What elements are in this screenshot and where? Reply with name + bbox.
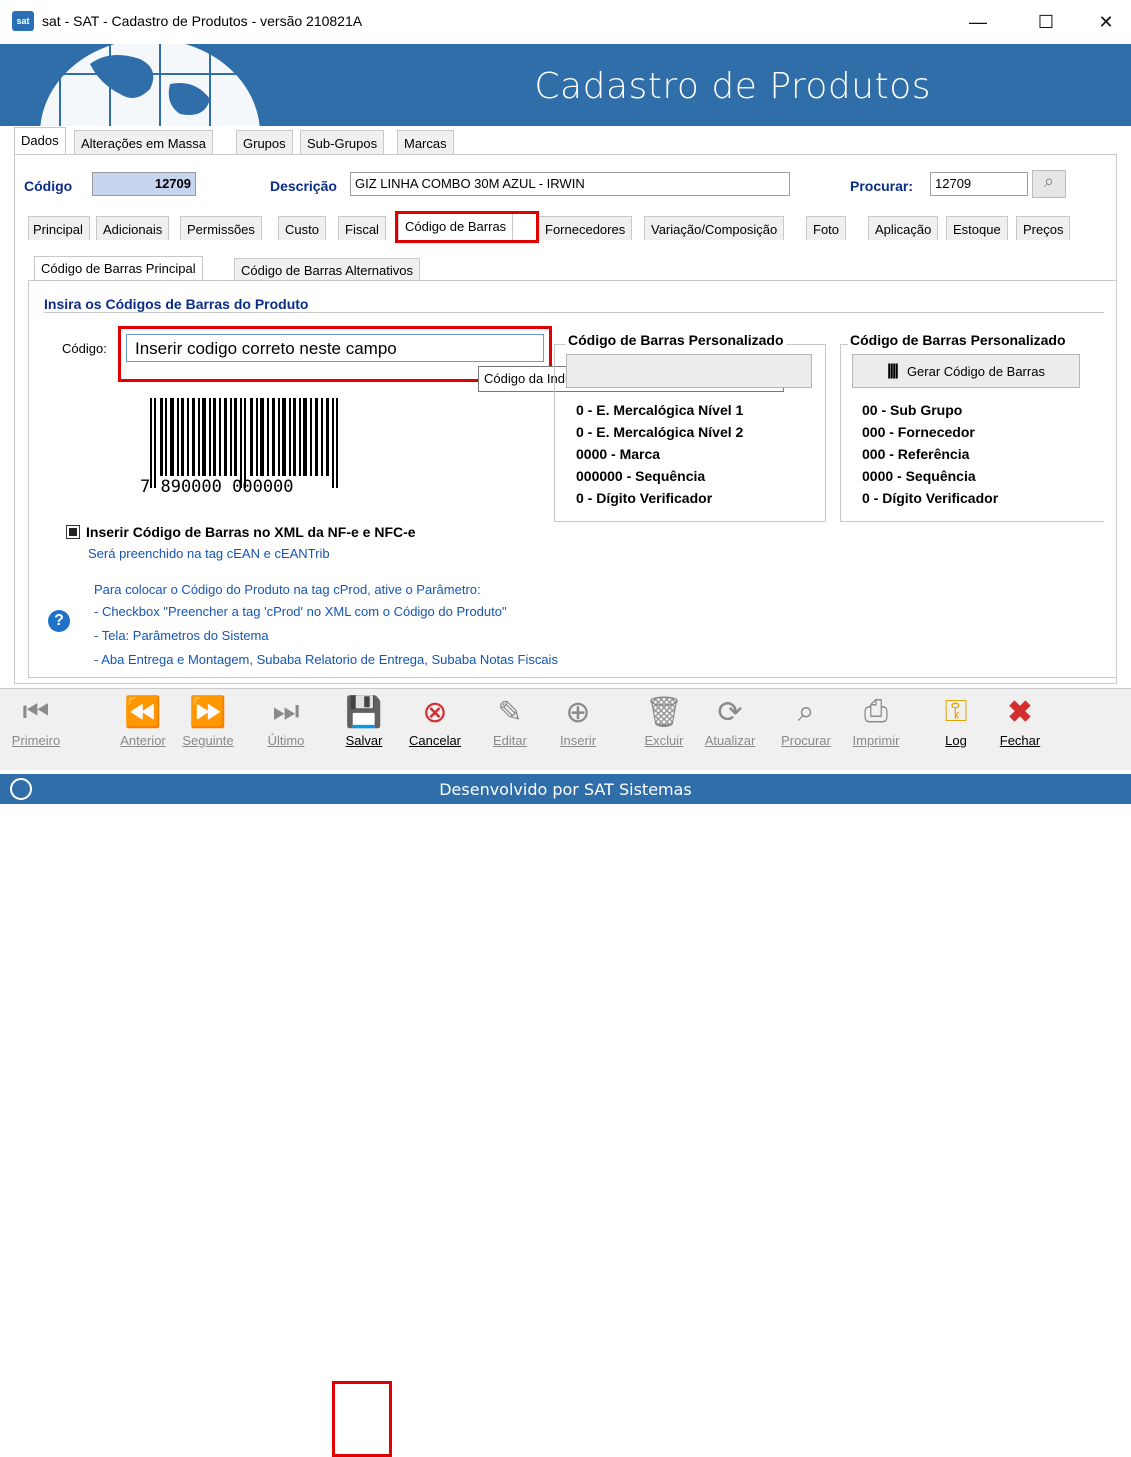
custom1-line: 0000 - Marca <box>576 446 661 462</box>
salvar-button[interactable]: 💾 Salvar <box>334 695 394 749</box>
next-icon: ⏩ <box>189 695 227 729</box>
tab-alteracoes-massa[interactable]: Alterações em Massa <box>74 130 213 154</box>
section-title: Insira os Códigos de Barras do Produto <box>44 296 309 312</box>
codigo-field[interactable]: 12709 <box>92 172 196 196</box>
barcode-codigo-label: Código: <box>62 341 107 356</box>
inserir-button[interactable]: ⊕ Inserir <box>548 695 608 749</box>
custom2-line: 000 - Referência <box>862 446 970 462</box>
previous-icon: ⏪ <box>124 695 162 729</box>
tab-marcas[interactable]: Marcas <box>397 130 454 154</box>
highlight-tab-codigo-barras <box>395 211 539 243</box>
barcode-subtabs: Código de Barras Principal Código de Bar… <box>34 256 474 280</box>
banner-title: Cadastro de Produtos <box>534 66 931 107</box>
custom1-line: 0 - E. Mercalógica Nível 1 <box>576 402 744 418</box>
globe-logo-icon <box>40 44 260 126</box>
descricao-field[interactable]: GIZ LINHA COMBO 30M AZUL - IRWIN <box>350 172 790 196</box>
excluir-button[interactable]: 🗑 Excluir <box>634 695 694 749</box>
search-icon: ⌕ <box>797 695 815 728</box>
xml-checkbox[interactable] <box>66 525 80 539</box>
custom2-line: 000 - Fornecedor <box>862 424 975 440</box>
custom1-line: 0 - Dígito Verificador <box>576 490 713 506</box>
help-line: - Checkbox "Preencher a tag 'cProd' no X… <box>94 604 507 619</box>
custom-barcode-title-1: Código de Barras Personalizado <box>566 332 786 348</box>
trash-icon: 🗑 <box>644 695 684 729</box>
xml-note: Será preenchido na tag cEAN e cEANTrib <box>88 546 330 561</box>
anterior-button[interactable]: ⏪ Anterior <box>112 695 174 749</box>
key-icon: ⚿ <box>944 695 968 728</box>
save-icon: 💾 <box>345 695 383 729</box>
tab-estoque[interactable]: Estoque <box>946 216 1008 240</box>
procurar-button[interactable]: ⌕ Procurar <box>774 695 838 748</box>
tab-precos[interactable]: Preços <box>1016 216 1071 240</box>
tab-variacao-composicao[interactable]: Variação/Composição <box>644 216 785 240</box>
refresh-icon: ⟳ <box>717 695 743 729</box>
tab-custo[interactable]: Custo <box>278 216 326 240</box>
gerar-codigo-button-1[interactable] <box>566 354 812 388</box>
status-bar: Desenvolvido por SAT Sistemas <box>0 774 1131 804</box>
tab-foto[interactable]: Foto <box>806 216 847 240</box>
procurar-field[interactable]: 12709 <box>930 172 1028 196</box>
help-line: - Aba Entrega e Montagem, Subaba Relator… <box>94 652 558 667</box>
close-window-button[interactable]: ✕ <box>1086 8 1126 36</box>
help-line: - Tela: Parâmetros do Sistema <box>94 628 269 643</box>
tab-sub-grupos[interactable]: Sub-Grupos <box>300 130 385 154</box>
seguinte-button[interactable]: ⏩ Seguinte <box>178 695 238 749</box>
minimize-button[interactable]: — <box>958 8 998 36</box>
cancelar-button[interactable]: ⊗ Cancelar <box>400 695 470 749</box>
fechar-button[interactable]: ✖ Fechar <box>990 695 1050 749</box>
first-record-icon: ⏮ <box>22 695 50 728</box>
tab-aplicacao[interactable]: Aplicação <box>868 216 939 240</box>
highlight-salvar <box>332 1381 392 1457</box>
add-icon: ⊕ <box>565 695 591 729</box>
search-icon[interactable]: ⌕ <box>1032 170 1066 198</box>
custom1-line: 0 - E. Mercalógica Nível 2 <box>576 424 744 440</box>
primeiro-button[interactable]: ⏮ Primeiro <box>6 695 66 748</box>
app-icon: sat <box>12 11 34 31</box>
tab-permissoes[interactable]: Permissões <box>180 216 262 240</box>
descricao-label: Descrição <box>270 178 337 194</box>
imprimir-button[interactable]: ⎙ Imprimir <box>846 695 906 748</box>
subtab-alternativos[interactable]: Código de Barras Alternativos <box>234 258 420 280</box>
barcode-image: 7 890000 000000 <box>140 398 338 496</box>
custom1-line: 000000 - Sequência <box>576 468 706 484</box>
tab-grupos[interactable]: Grupos <box>236 130 293 154</box>
custom2-line: 00 - Sub Grupo <box>862 402 963 418</box>
barcode-digits: 7 890000 000000 <box>140 477 294 496</box>
help-icon[interactable]: ? <box>48 610 70 632</box>
custom2-line: 0000 - Sequência <box>862 468 976 484</box>
procurar-label: Procurar: <box>850 178 914 194</box>
help-line: Para colocar o Código do Produto na tag … <box>94 582 481 597</box>
print-icon: ⎙ <box>864 695 888 728</box>
custom-barcode-title-2: Código de Barras Personalizado <box>848 332 1104 348</box>
tab-dados[interactable]: Dados <box>14 127 66 154</box>
maximize-button[interactable]: ☐ <box>1026 8 1066 36</box>
log-button[interactable]: ⚿ Log <box>926 695 986 748</box>
xml-checkbox-label: Inserir Código de Barras no XML da NF-e … <box>86 524 416 540</box>
atualizar-button[interactable]: ⟳ Atualizar <box>698 695 762 749</box>
codigo-label: Código <box>24 178 73 194</box>
tab-fiscal[interactable]: Fiscal <box>338 216 386 240</box>
tab-principal[interactable]: Principal <box>28 216 90 240</box>
header-banner: Cadastro de Produtos <box>0 44 1131 126</box>
close-icon: ✖ <box>1007 695 1033 729</box>
status-text: Desenvolvido por SAT Sistemas <box>439 780 692 799</box>
cancel-icon: ⊗ <box>422 695 448 729</box>
edit-icon: ✎ <box>497 695 523 729</box>
action-toolbar: ⏮ Primeiro ⏪ Anterior ⏩ Seguinte ⏭ Último 💾 S… <box>0 688 1131 1457</box>
last-record-icon: ⏭ <box>272 695 300 728</box>
tab-fornecedores[interactable]: Fornecedores <box>538 216 633 240</box>
tab-adicionais[interactable]: Adicionais <box>96 216 170 240</box>
ultimo-button[interactable]: ⏭ Último <box>256 695 316 748</box>
divider <box>44 312 1104 313</box>
editar-button[interactable]: ✎ Editar <box>480 695 540 749</box>
window-title: sat - SAT - Cadastro de Produtos - versã… <box>42 13 363 29</box>
barcode-icon: |||| <box>887 362 899 379</box>
detail-tabs: Principal Adicionais Permissões Custo Fi… <box>28 213 1108 240</box>
title-bar: sat sat - SAT - Cadastro de Produtos - v… <box>0 0 1131 44</box>
subtab-principal[interactable]: Código de Barras Principal <box>34 256 203 280</box>
custom2-line: 0 - Dígito Verificador <box>862 490 999 506</box>
gerar-codigo-label: Gerar Código de Barras <box>906 363 1045 379</box>
gerar-codigo-button-2[interactable]: |||| Gerar Código de Barras <box>852 354 1080 388</box>
